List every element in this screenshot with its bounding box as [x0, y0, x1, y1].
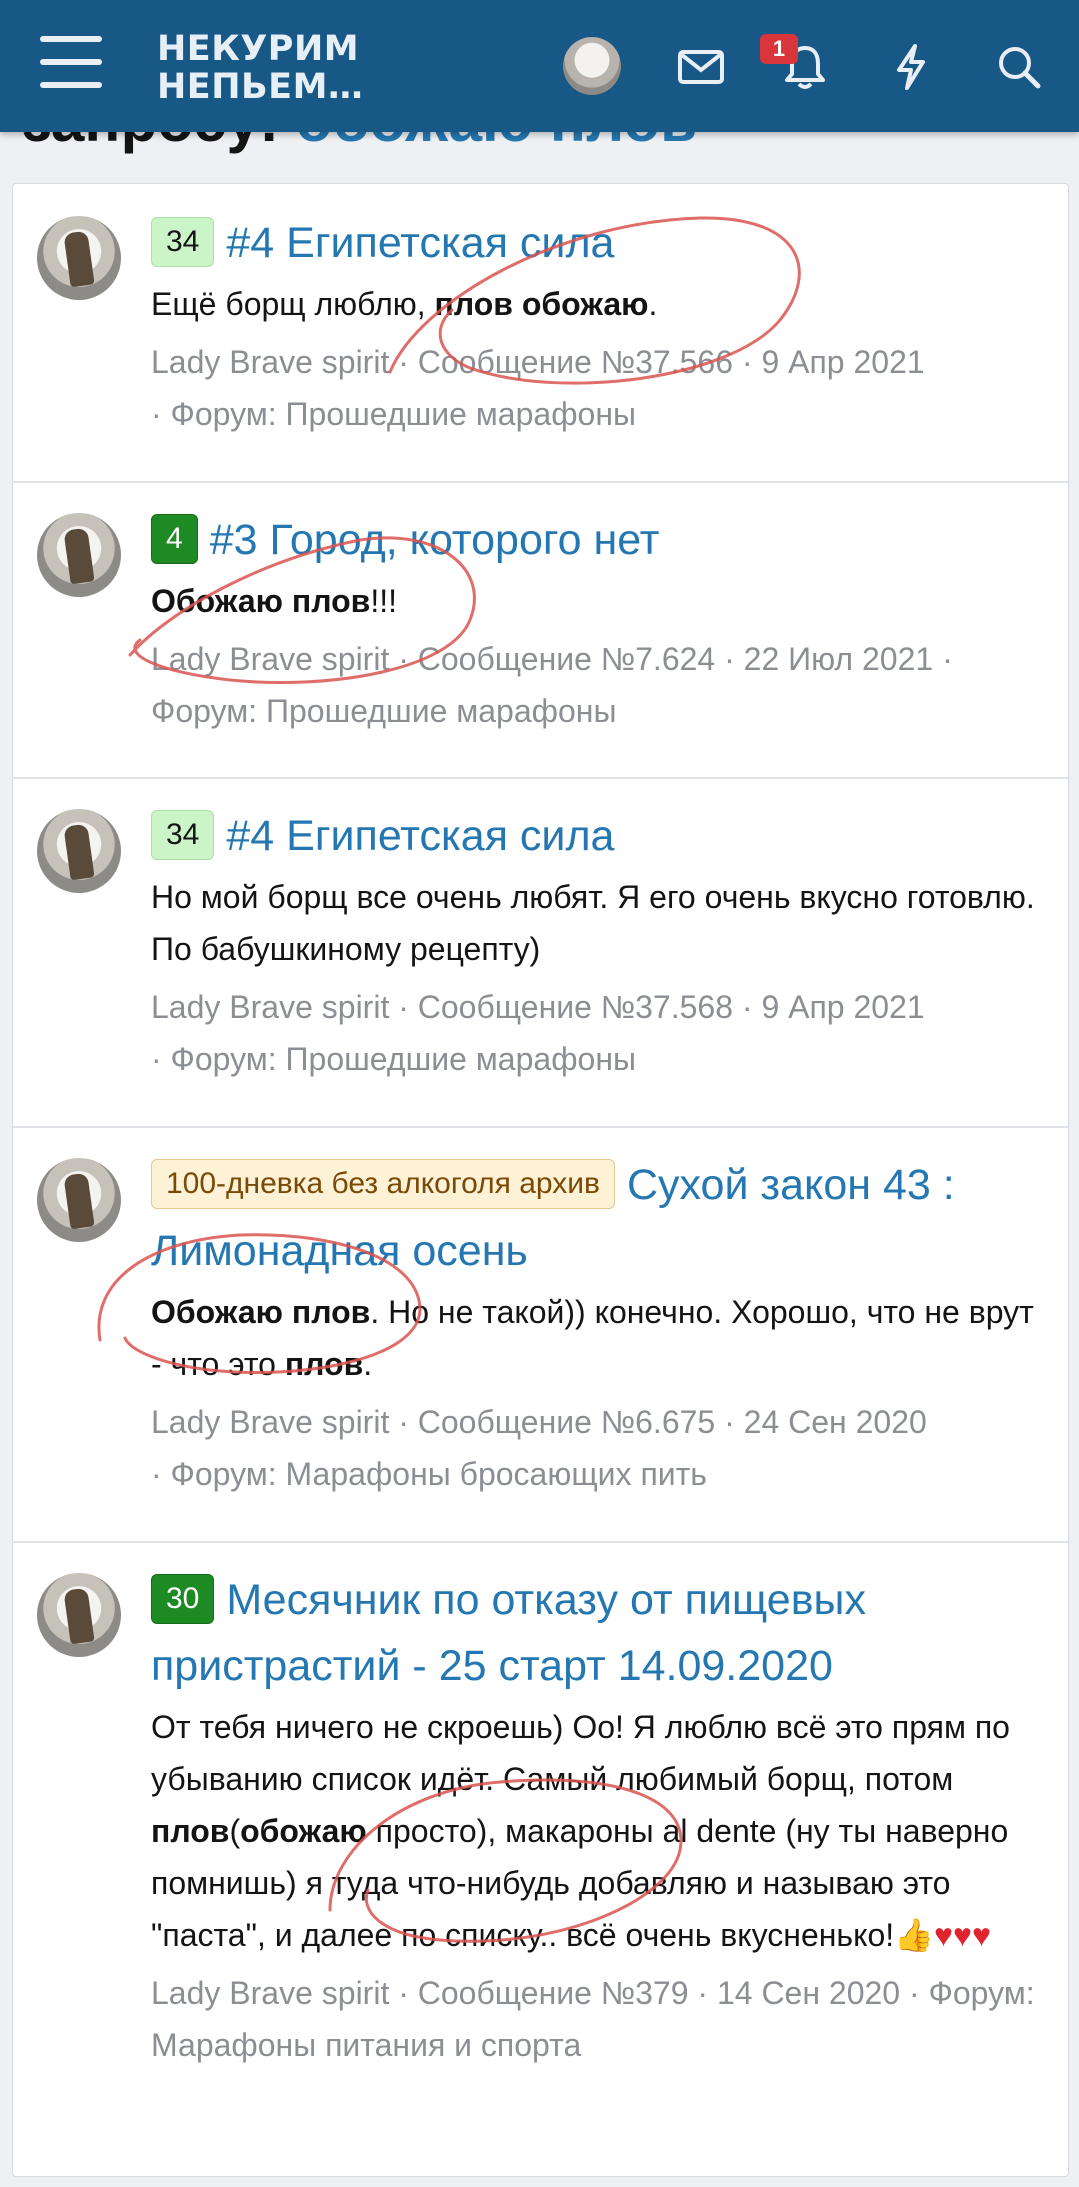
avatar[interactable]	[37, 513, 121, 597]
meta-separator: ·	[151, 1041, 171, 1077]
author-link[interactable]: Lady Brave spirit	[151, 344, 389, 380]
meta-separator: ·	[688, 1975, 717, 2011]
meta-separator: ·	[733, 989, 762, 1025]
meta-separator: ·	[151, 1456, 171, 1492]
snippet-highlight: Обожаю плов	[151, 1294, 371, 1330]
meta-separator: ·	[389, 1404, 418, 1440]
list-item: 34 #4 Египетская сила Ещё борщ люблю, пло…	[13, 184, 1068, 483]
result-meta: Lady Brave spirit · Сообщение №379 · 14 …	[151, 1967, 1051, 2071]
result-snippet: Обожаю плов. Но не такой)) конечно. Хоро…	[151, 1286, 1051, 1390]
logo-line-2: НЕПЬЕМ…	[157, 67, 364, 107]
logo-line-1: НЕКУРИМ	[157, 29, 360, 69]
result-title[interactable]: 100-дневка без алкоголя архив Сухой закон…	[151, 1152, 1051, 1284]
forum-link[interactable]: Форум: Прошедшие марафоны	[151, 693, 616, 729]
message-date: 9 Апр 2021	[761, 344, 925, 380]
top-nav-bar: НЕКУРИМ НЕПЬЕМ… 1	[0, 0, 1079, 132]
result-meta: Lady Brave spirit · Сообщение №37.566 · …	[151, 336, 1051, 440]
result-title[interactable]: 4 #3 Город, которого нет	[151, 507, 1051, 573]
snippet-highlight: обожаю	[240, 1813, 367, 1849]
meta-separator: ·	[389, 1975, 418, 2011]
snippet-highlight: Обожаю плов	[151, 583, 371, 619]
result-title-text[interactable]: #4 Египетская сила	[226, 812, 614, 860]
search-results-list: 34 #4 Египетская сила Ещё борщ люблю, пло…	[12, 183, 1069, 2177]
forum-link[interactable]: Форум: Прошедшие марафоны	[171, 1041, 636, 1077]
thread-prefix[interactable]: 100-дневка без алкоголя архив	[151, 1158, 615, 1209]
result-snippet: Обожаю плов!!!	[151, 575, 1051, 627]
result-title-text[interactable]: Месячник по отказу от пищевых пристрасти…	[151, 1576, 866, 1690]
result-title[interactable]: 30 Месячник по отказу от пищевых пристрас…	[151, 1567, 1051, 1699]
list-item: 100-дневка без алкоголя архив Сухой закон…	[13, 1126, 1068, 1543]
message-date: 22 Июл 2021	[743, 641, 934, 677]
result-snippet: От тебя ничего не скроешь) Оо! Я люблю в…	[151, 1701, 1051, 1961]
result-meta: Lady Brave spirit · Сообщение №37.568 · …	[151, 981, 1051, 1085]
snippet-text: Ещё борщ люблю,	[151, 286, 435, 322]
message-date: 9 Апр 2021	[761, 989, 925, 1025]
mail-icon[interactable]	[670, 36, 732, 98]
search-icon[interactable]	[988, 36, 1050, 98]
list-item: 30 Месячник по отказу от пищевых пристрас…	[13, 1541, 1068, 2176]
user-avatar[interactable]	[563, 37, 621, 95]
avatar[interactable]	[37, 1573, 121, 1657]
message-link[interactable]: Сообщение №7.624	[418, 641, 715, 677]
result-title-text[interactable]: #3 Город, которого нет	[210, 516, 660, 564]
result-meta: Lady Brave spirit · Сообщение №6.675 · 2…	[151, 1396, 1051, 1500]
result-meta: Lady Brave spirit · Сообщение №7.624 · 2…	[151, 633, 1051, 737]
snippet-text: От тебя ничего не скроешь) Оо! Я люблю в…	[151, 1709, 1010, 1797]
list-item: 4 #3 Город, которого нет Обожаю плов!!! L…	[13, 481, 1068, 779]
meta-separator: ·	[151, 396, 171, 432]
author-link[interactable]: Lady Brave spirit	[151, 641, 389, 677]
result-title[interactable]: 34 #4 Египетская сила	[151, 210, 1051, 276]
author-link[interactable]: Lady Brave spirit	[151, 1975, 389, 2011]
menu-icon[interactable]	[40, 36, 102, 94]
message-date: 24 Сен 2020	[743, 1404, 927, 1440]
meta-separator: ·	[389, 989, 418, 1025]
result-title[interactable]: 34 #4 Египетская сила	[151, 803, 1051, 869]
site-logo[interactable]: НЕКУРИМ НЕПЬЕМ…	[157, 30, 363, 106]
thread-prefix[interactable]: 34	[151, 216, 215, 267]
snippet-text: (	[229, 1813, 241, 1849]
thread-prefix[interactable]: 4	[151, 513, 198, 564]
message-link[interactable]: Сообщение №37.568	[418, 989, 733, 1025]
snippet-text: .	[648, 286, 658, 322]
heart-icon: ♥♥♥	[933, 1917, 991, 1953]
thumbs-up-icon: 👍	[894, 1917, 934, 1953]
list-item: 34 #4 Египетская сила Но мой борщ все оче…	[13, 777, 1068, 1128]
notification-badge: 1	[760, 34, 798, 64]
meta-separator: ·	[933, 641, 953, 677]
author-link[interactable]: Lady Brave spirit	[151, 1404, 389, 1440]
thread-prefix[interactable]: 30	[151, 1573, 215, 1624]
lightning-icon[interactable]	[880, 36, 942, 98]
author-link[interactable]: Lady Brave spirit	[151, 989, 389, 1025]
snippet-highlight: плов обожаю	[434, 286, 649, 322]
meta-separator: ·	[389, 344, 418, 380]
meta-separator: ·	[900, 1975, 929, 2011]
message-link[interactable]: Сообщение №379	[418, 1975, 689, 2011]
meta-separator: ·	[733, 344, 762, 380]
result-snippet: Ещё борщ люблю, плов обожаю.	[151, 278, 1051, 330]
message-date: 14 Сен 2020	[716, 1975, 901, 2011]
meta-separator: ·	[389, 641, 418, 677]
meta-separator: ·	[715, 1404, 744, 1440]
avatar[interactable]	[37, 1158, 121, 1242]
message-link[interactable]: Сообщение №37.566	[418, 344, 733, 380]
result-snippet: Но мой борщ все очень любят. Я его очень…	[151, 879, 1035, 967]
avatar[interactable]	[37, 809, 121, 893]
forum-link[interactable]: Форум: Прошедшие марафоны	[171, 396, 636, 432]
snippet-highlight: плов	[284, 1346, 364, 1382]
thread-prefix[interactable]: 34	[151, 809, 215, 860]
forum-link[interactable]: Форум: Марафоны бросающих пить	[171, 1456, 707, 1492]
message-link[interactable]: Сообщение №6.675	[418, 1404, 715, 1440]
snippet-text: .	[363, 1346, 373, 1382]
snippet-highlight: плов	[151, 1813, 230, 1849]
avatar[interactable]	[37, 216, 121, 300]
meta-separator: ·	[715, 641, 744, 677]
result-title-text[interactable]: #4 Египетская сила	[226, 219, 614, 267]
snippet-text: !!!	[370, 583, 397, 619]
